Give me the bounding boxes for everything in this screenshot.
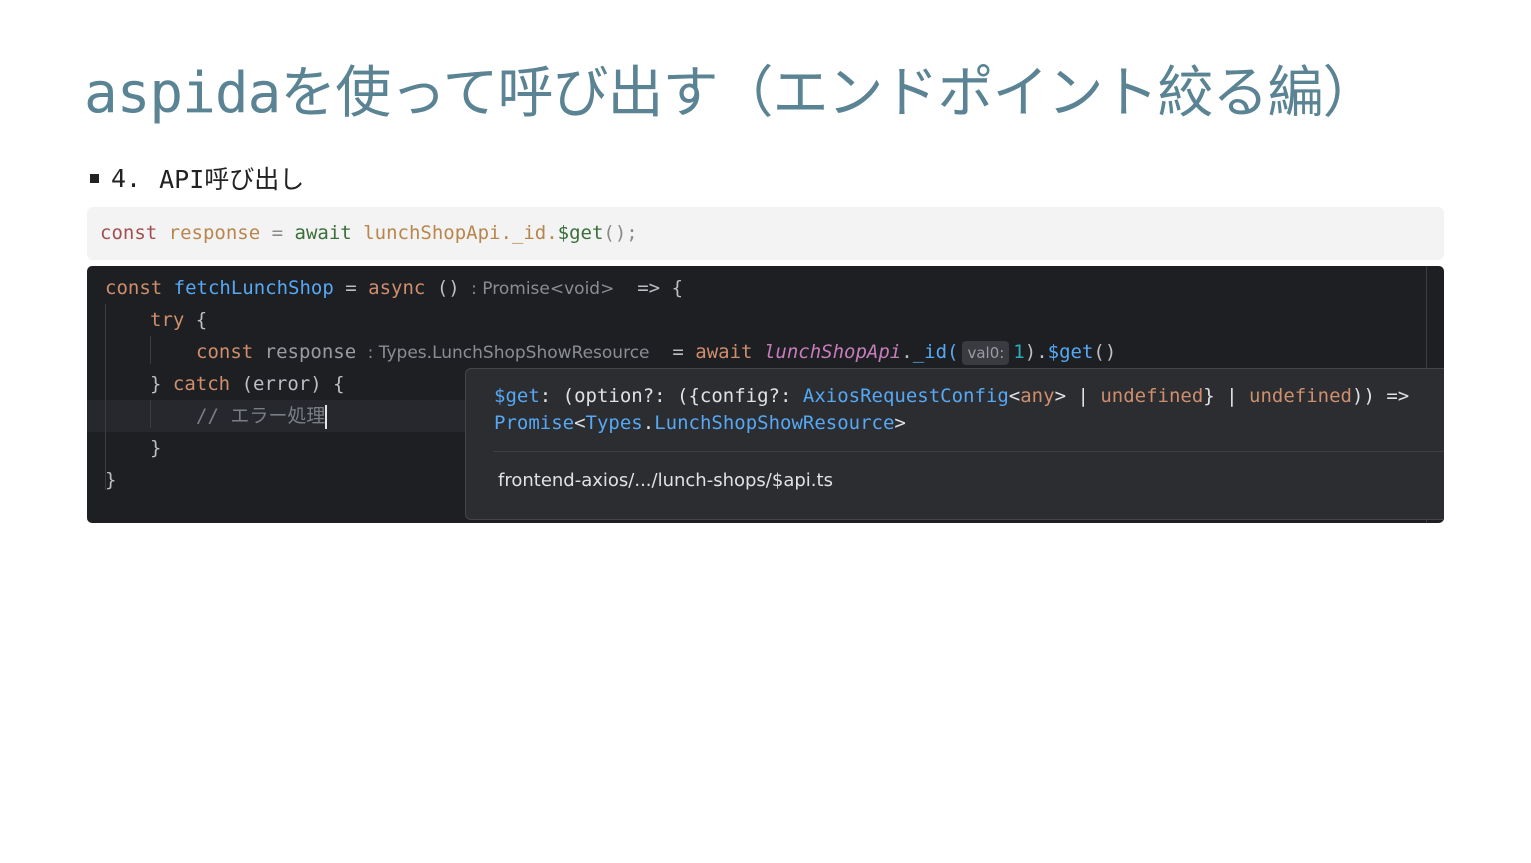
brace: }: [150, 437, 162, 459]
op-eq: =: [672, 341, 684, 363]
bullet-item: 4. API呼び出し: [90, 160, 304, 196]
code-tail: ();: [603, 222, 638, 244]
ide-screenshot: const fetchLunchShop = async () : Promis…: [87, 266, 1444, 523]
brace: }: [105, 469, 117, 491]
code-line-6: }: [150, 432, 161, 464]
code-kw-const: const: [100, 222, 158, 244]
close-brace: }: [150, 373, 162, 395]
call-id: _id(: [912, 341, 959, 363]
sig-fn: $get: [494, 385, 540, 407]
op-eq: =: [345, 277, 357, 299]
param-hint-chip: val0:: [962, 341, 1010, 365]
sig-part: <: [574, 412, 586, 434]
brace: {: [195, 309, 208, 331]
code-method: $get: [557, 222, 604, 244]
indent-guide: [150, 336, 151, 364]
sig-undefined: undefined: [1100, 385, 1204, 407]
source-file-link[interactable]: frontend-axios/.../lunch-shops/$api.ts: [498, 470, 833, 491]
var-response: response: [264, 341, 357, 363]
sig-type: AxiosRequestConfig: [802, 385, 1009, 407]
sig-any: any: [1020, 385, 1055, 407]
sig-part: : (option?: ({config?:: [539, 385, 803, 407]
code-expr: lunchShopApi._id.: [363, 222, 558, 244]
catch-args: (error) {: [241, 373, 345, 395]
bullet-text: API呼び出し: [159, 165, 305, 194]
sig-undefined: undefined: [1249, 385, 1352, 407]
kw-await: await: [695, 341, 753, 363]
sig-part: )) =>: [1352, 385, 1410, 407]
code-line-3: const response : Types.LunchShopShowReso…: [196, 336, 1116, 368]
method-get: $get: [1047, 341, 1094, 363]
dot: .: [901, 341, 913, 363]
num-literal: 1: [1013, 341, 1025, 363]
kw-const: const: [105, 277, 163, 299]
sig-part: >: [894, 412, 906, 434]
code-kw-await: await: [294, 222, 352, 244]
code-line-5[interactable]: // エラー処理: [196, 400, 328, 432]
obj-lunchshopapi: lunchShopApi: [763, 341, 902, 363]
sig-part: > |: [1054, 385, 1101, 407]
code-line-2: try {: [150, 304, 207, 336]
kw-async: async: [368, 277, 426, 299]
close: ).: [1024, 341, 1048, 363]
code-line-7: }: [105, 464, 116, 496]
indent-guide: [150, 400, 151, 428]
bullet-marker: [90, 173, 99, 183]
sig-types: Types: [585, 412, 643, 434]
fn-name: fetchLunchShop: [173, 277, 334, 299]
kw-catch: catch: [172, 373, 231, 395]
type-hint: : Promise<void>: [471, 279, 615, 299]
indent-guide: [105, 304, 106, 490]
sig-part: .: [642, 412, 655, 434]
sig-part: <: [1008, 385, 1021, 407]
text-caret: [325, 404, 328, 429]
kw-const: const: [196, 341, 254, 363]
parens: (): [436, 277, 460, 299]
code-snippet: const response = await lunchShopApi._id.…: [87, 207, 1444, 260]
sig-resource: LunchShopShowResource: [654, 412, 895, 434]
quick-doc-popup: $get: (option?: ({config?: AxiosRequestC…: [465, 368, 1444, 520]
sig-part: } |: [1203, 385, 1250, 407]
comment: // エラー処理: [196, 405, 326, 427]
arrow: =>: [637, 277, 661, 299]
bullet-number: 4.: [111, 163, 142, 193]
kw-try: try: [150, 309, 185, 331]
popup-separator: [494, 451, 1444, 452]
code-var-response: response: [168, 222, 261, 244]
slide-title: aspidaを使って呼び出す（エンドポイント絞る編）: [84, 61, 1378, 126]
tail: (): [1093, 341, 1117, 363]
signature-text: $get: (option?: ({config?: AxiosRequestC…: [494, 383, 1444, 437]
brace: {: [671, 277, 684, 299]
sig-promise: Promise: [494, 412, 575, 434]
code-line-1: const fetchLunchShop = async () : Promis…: [105, 272, 683, 304]
code-op-eq: =: [271, 222, 284, 244]
code-line-4: } catch (error) {: [150, 368, 345, 400]
type-hint: : Types.LunchShopShowResource: [367, 343, 650, 363]
